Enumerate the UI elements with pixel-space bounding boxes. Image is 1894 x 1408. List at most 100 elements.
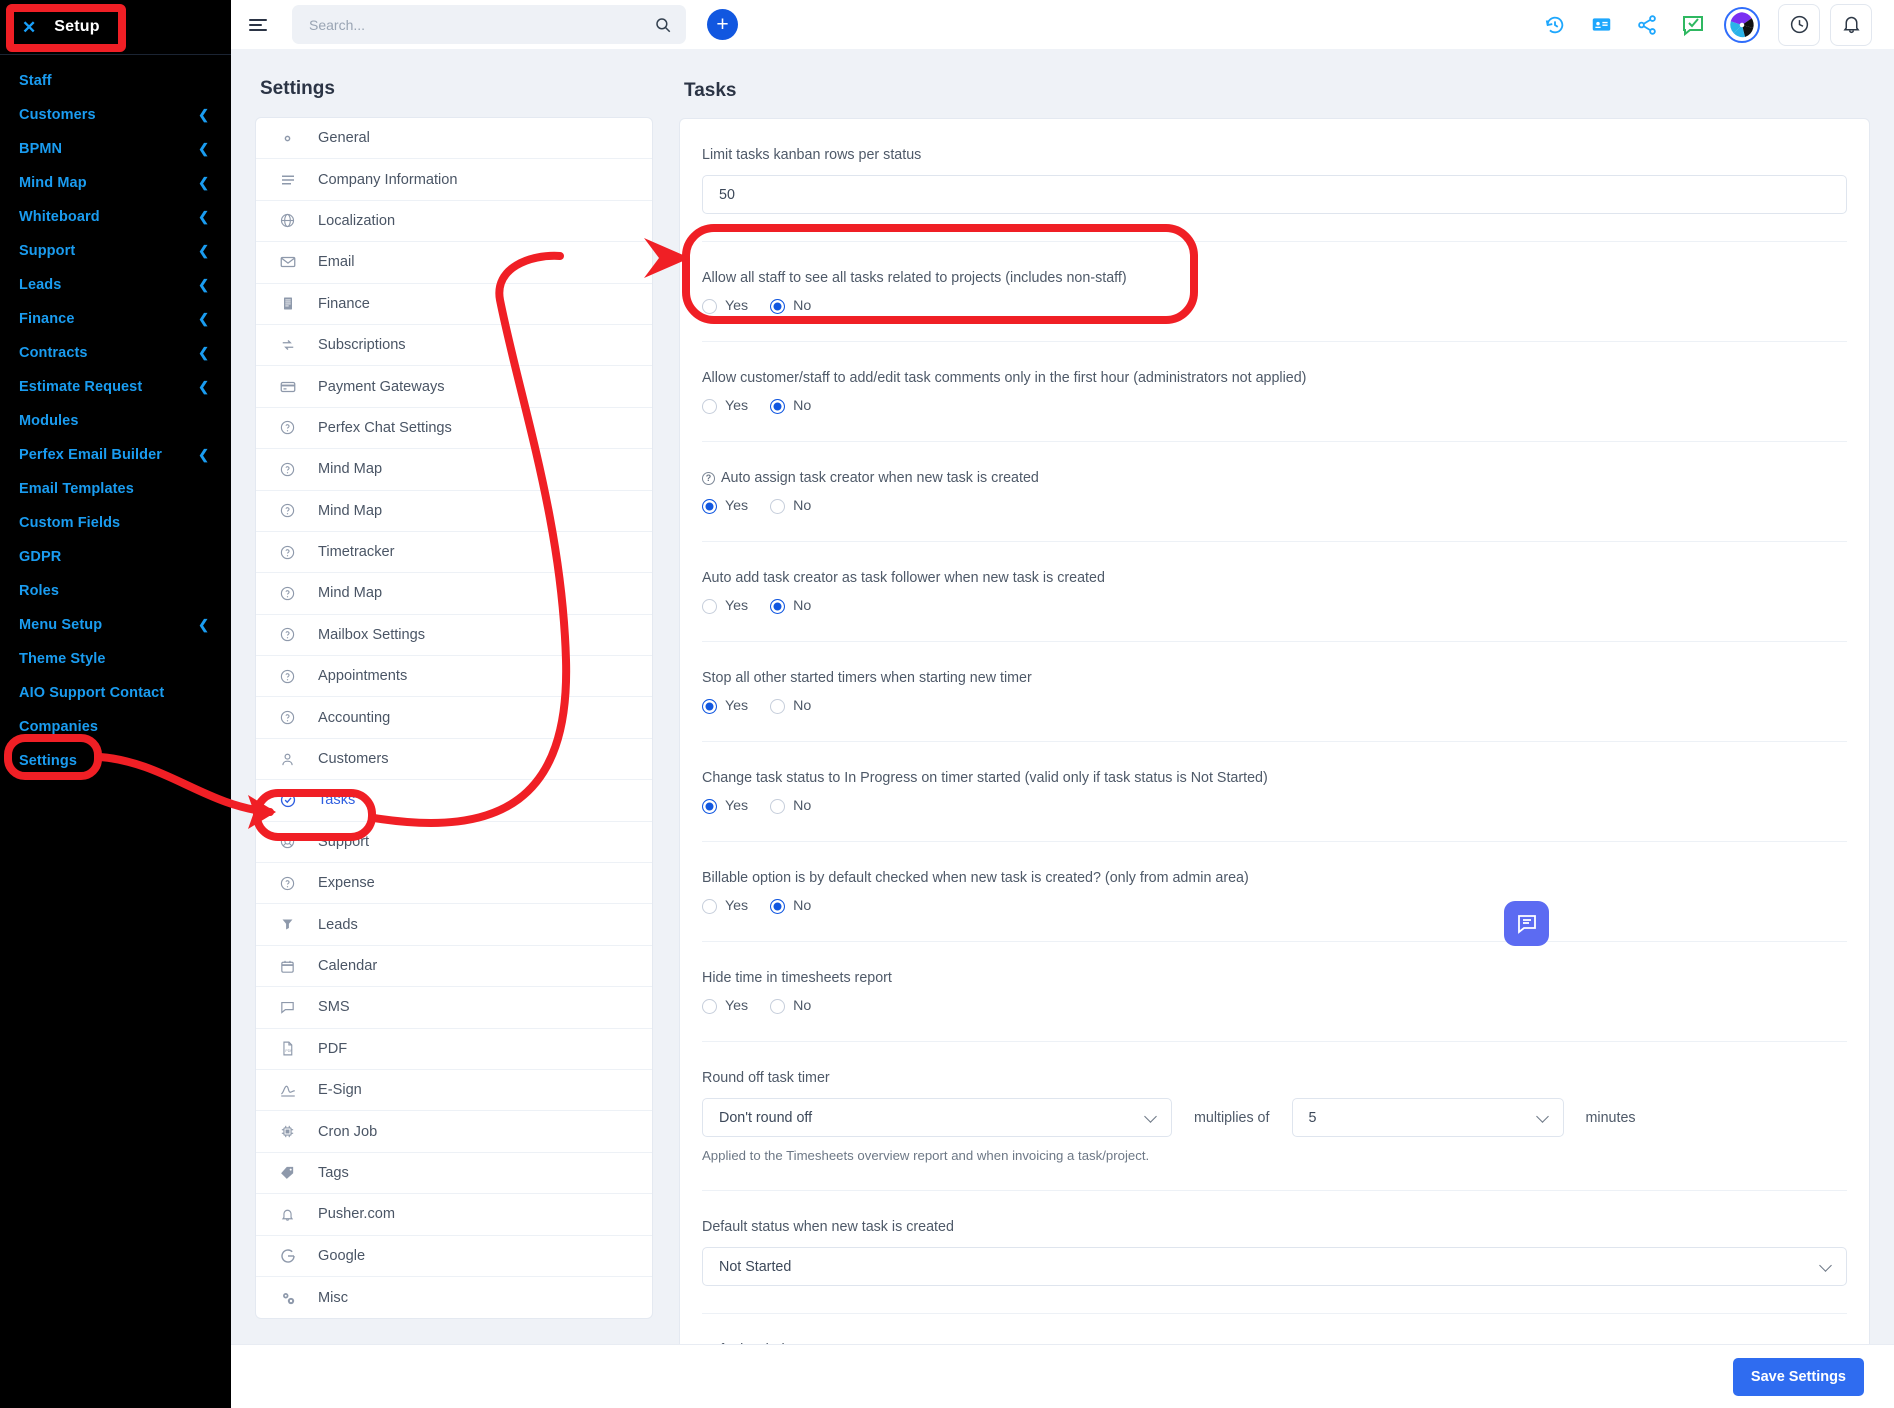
radio-dot-yes[interactable] — [702, 798, 717, 814]
radio-yes[interactable]: Yes — [702, 698, 748, 714]
chevron-left-icon[interactable]: ❮ — [198, 277, 209, 293]
radio-yes[interactable]: Yes — [702, 598, 748, 614]
chevron-left-icon[interactable]: ❮ — [198, 379, 209, 395]
close-icon[interactable]: ✕ — [22, 19, 36, 36]
radio-yes[interactable]: Yes — [702, 798, 748, 814]
radio-dot-yes[interactable] — [702, 498, 717, 514]
radio-no[interactable]: No — [770, 598, 811, 614]
settings-item-tasks[interactable]: Tasks — [256, 780, 652, 822]
settings-item-finance[interactable]: Finance — [256, 284, 652, 325]
sidebar-item-custom-fields[interactable]: Custom Fields — [0, 506, 231, 540]
radio-dot-yes[interactable] — [702, 998, 717, 1014]
search-input[interactable] — [309, 16, 654, 33]
settings-item-tags[interactable]: Tags — [256, 1153, 652, 1195]
settings-item-misc[interactable]: Misc — [256, 1277, 652, 1318]
radio-dot-yes[interactable] — [702, 398, 717, 414]
sidebar-item-menu-setup[interactable]: Menu Setup ❮ — [0, 608, 231, 642]
settings-item-perfex-chat-settings[interactable]: Perfex Chat Settings — [256, 408, 652, 450]
chevron-left-icon[interactable]: ❮ — [198, 141, 209, 157]
radio-no[interactable]: No — [770, 498, 811, 514]
sidebar-item-perfex-email-builder[interactable]: Perfex Email Builder ❮ — [0, 438, 231, 472]
settings-item-mind-map[interactable]: Mind Map — [256, 491, 652, 532]
radio-dot-yes[interactable] — [702, 898, 717, 914]
sidebar-item-roles[interactable]: Roles — [0, 574, 231, 608]
round-off-multiple-select[interactable]: 5 — [1291, 1098, 1564, 1137]
round-off-multiple-select-wrap[interactable]: 5 — [1291, 1098, 1564, 1137]
sidebar-item-email-templates[interactable]: Email Templates — [0, 472, 231, 506]
round-off-mode-select-wrap[interactable]: Don't round off — [702, 1098, 1172, 1137]
radio-dot-no[interactable] — [770, 798, 786, 814]
chat-bubble-icon[interactable] — [1504, 901, 1549, 946]
chat-check-icon[interactable] — [1670, 5, 1716, 45]
settings-item-email[interactable]: Email — [256, 242, 652, 284]
sidebar-item-leads[interactable]: Leads ❮ — [0, 268, 231, 302]
chevron-left-icon[interactable]: ❮ — [198, 107, 209, 123]
settings-item-cron-job[interactable]: Cron Job — [256, 1111, 652, 1153]
settings-item-customers[interactable]: Customers — [256, 739, 652, 781]
settings-item-accounting[interactable]: Accounting — [256, 697, 652, 739]
settings-item-localization[interactable]: Localization — [256, 201, 652, 243]
settings-item-mind-map[interactable]: Mind Map — [256, 449, 652, 491]
id-card-icon[interactable] — [1578, 5, 1624, 45]
radio-dot-yes[interactable] — [702, 598, 717, 614]
radio-dot-no[interactable] — [770, 998, 786, 1014]
radio-dot-no[interactable] — [770, 898, 786, 914]
sidebar-item-bpmn[interactable]: BPMN ❮ — [0, 132, 231, 166]
sidebar-item-settings[interactable]: Settings — [0, 744, 231, 778]
settings-item-sms[interactable]: SMS — [256, 987, 652, 1029]
sidebar-item-whiteboard[interactable]: Whiteboard ❮ — [0, 200, 231, 234]
radio-yes[interactable]: Yes — [702, 898, 748, 914]
chevron-left-icon[interactable]: ❮ — [198, 209, 209, 225]
settings-item-company-information[interactable]: Company Information — [256, 159, 652, 201]
radio-yes[interactable]: Yes — [702, 398, 748, 414]
settings-item-calendar[interactable]: Calendar — [256, 946, 652, 988]
chevron-left-icon[interactable]: ❮ — [198, 617, 209, 633]
chevron-left-icon[interactable]: ❮ — [198, 447, 209, 463]
pinwheel-logo-icon[interactable] — [1724, 6, 1760, 43]
settings-item-support[interactable]: Support — [256, 822, 652, 864]
settings-item-general[interactable]: General — [256, 118, 652, 160]
settings-item-mailbox-settings[interactable]: Mailbox Settings — [256, 615, 652, 657]
sidebar-item-modules[interactable]: Modules — [0, 404, 231, 438]
settings-item-google[interactable]: Google — [256, 1236, 652, 1277]
clock-icon[interactable] — [1778, 3, 1820, 46]
radio-no[interactable]: No — [770, 898, 811, 914]
radio-no[interactable]: No — [770, 698, 811, 714]
save-settings-button[interactable]: Save Settings — [1732, 1357, 1864, 1396]
sidebar-item-aio-support-contact[interactable]: AIO Support Contact — [0, 676, 231, 710]
settings-item-mind-map[interactable]: Mind Map — [256, 573, 652, 615]
sidebar-item-customers[interactable]: Customers ❮ — [0, 98, 231, 132]
radio-dot-no[interactable] — [770, 398, 786, 414]
settings-item-payment-gateways[interactable]: Payment Gateways — [256, 366, 652, 408]
settings-item-leads[interactable]: Leads — [256, 904, 652, 946]
sidebar-item-companies[interactable]: Companies — [0, 710, 231, 744]
radio-yes[interactable]: Yes — [702, 298, 748, 314]
history-clock-icon[interactable] — [1532, 5, 1578, 45]
search-icon[interactable] — [654, 16, 672, 34]
sidebar-item-support[interactable]: Support ❮ — [0, 234, 231, 268]
settings-item-appointments[interactable]: Appointments — [256, 656, 652, 698]
radio-dot-yes[interactable] — [702, 298, 717, 314]
radio-no[interactable]: No — [770, 998, 811, 1014]
default-status-select[interactable]: Not Started — [702, 1247, 1847, 1286]
chevron-left-icon[interactable]: ❮ — [198, 345, 209, 361]
radio-yes[interactable]: Yes — [702, 998, 748, 1014]
radio-dot-no[interactable] — [770, 698, 786, 714]
radio-no[interactable]: No — [770, 298, 811, 314]
radio-dot-no[interactable] — [770, 298, 786, 314]
settings-item-timetracker[interactable]: Timetracker — [256, 532, 652, 574]
share-icon[interactable] — [1624, 5, 1670, 45]
default-status-select-wrap[interactable]: Not Started — [702, 1247, 1847, 1286]
radio-no[interactable]: No — [770, 398, 811, 414]
settings-item-e-sign[interactable]: E-Sign — [256, 1070, 652, 1112]
sidebar-item-gdpr[interactable]: GDPR — [0, 540, 231, 574]
radio-dot-no[interactable] — [770, 498, 786, 514]
kanban-limit-input[interactable] — [702, 175, 1847, 214]
settings-item-pusher-com[interactable]: Pusher.com — [256, 1194, 652, 1236]
chevron-left-icon[interactable]: ❮ — [198, 311, 209, 327]
sidebar-item-staff[interactable]: Staff — [0, 64, 231, 98]
chevron-left-icon[interactable]: ❮ — [198, 243, 209, 259]
sidebar-item-finance[interactable]: Finance ❮ — [0, 302, 231, 336]
radio-dot-yes[interactable] — [702, 698, 717, 714]
round-off-mode-select[interactable]: Don't round off — [702, 1098, 1172, 1137]
